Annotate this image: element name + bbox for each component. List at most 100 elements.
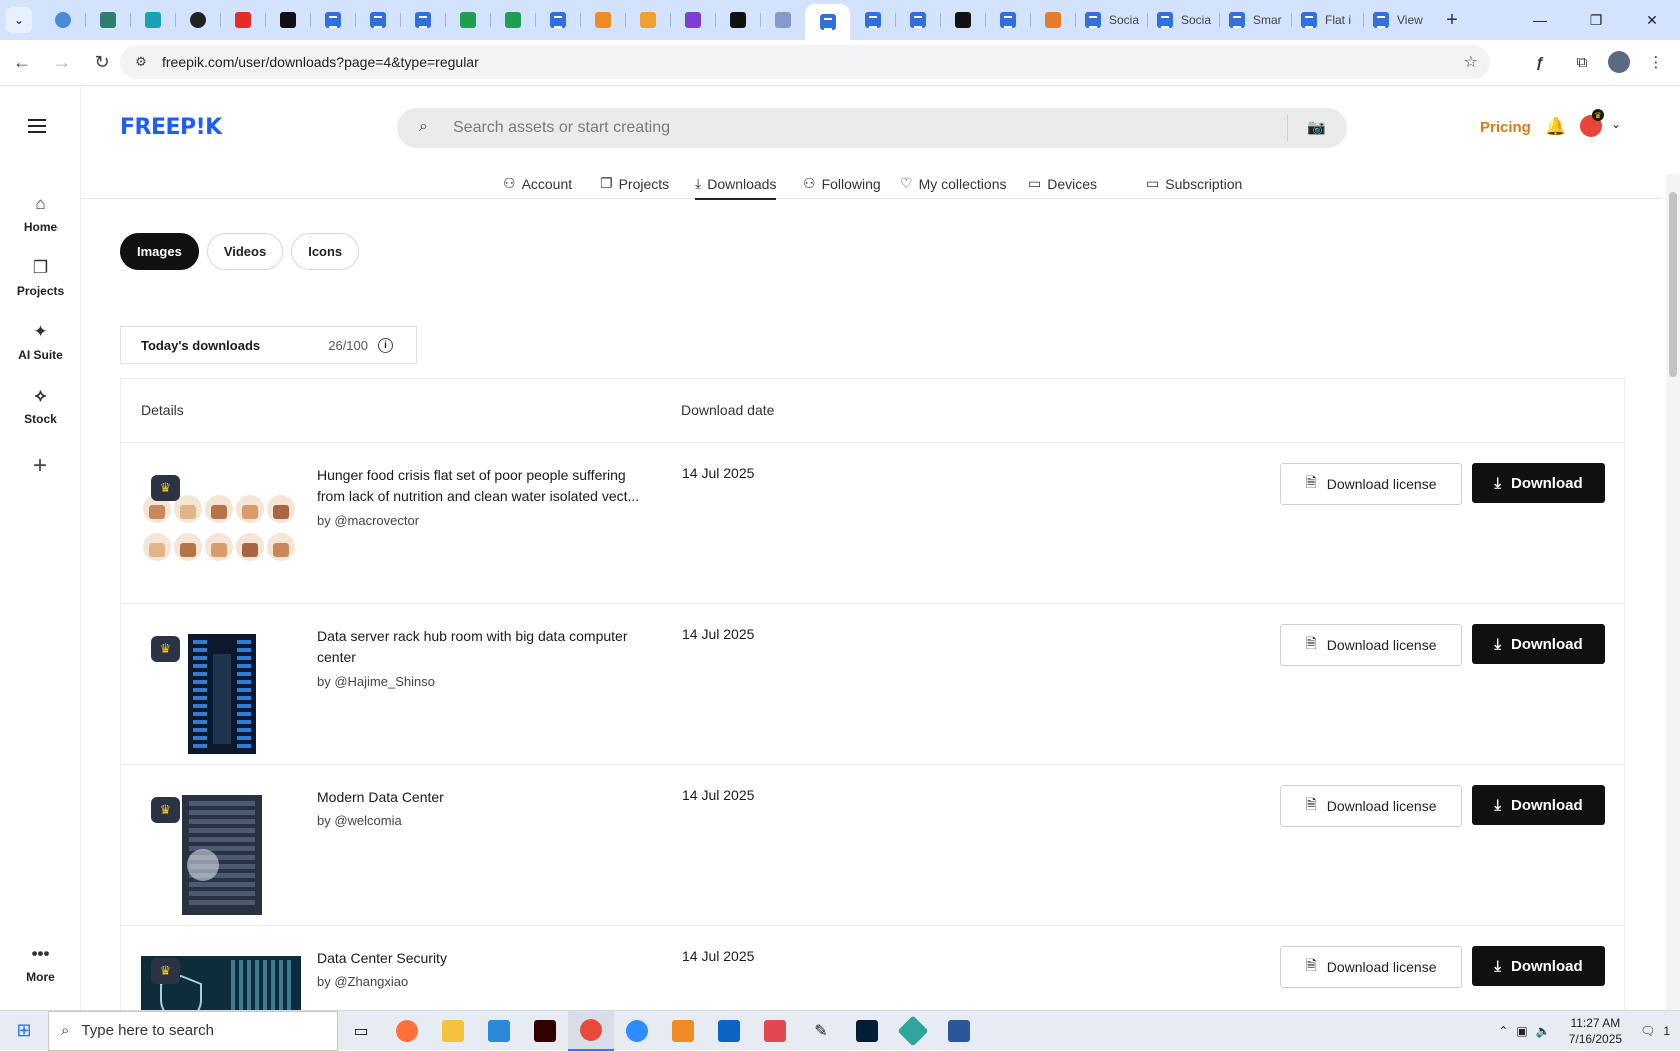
filter-images[interactable]: Images <box>120 233 199 270</box>
photoshop-icon[interactable] <box>844 1011 890 1051</box>
browser-tab[interactable] <box>670 4 715 36</box>
hamburger-menu-icon[interactable] <box>28 119 46 133</box>
sidebar-item-ai-suite[interactable]: ✦ AI Suite <box>0 322 81 362</box>
sidebar-item-home[interactable]: ⌂ Home <box>0 194 81 234</box>
download-license-button[interactable]: 🗎 Download license <box>1280 463 1462 505</box>
browser-tab[interactable] <box>580 4 625 36</box>
info-icon[interactable]: i <box>378 337 393 353</box>
download-button[interactable]: ⤓ Download <box>1472 785 1605 825</box>
browser-tab[interactable]: Smar <box>1219 4 1291 36</box>
bookmark-star-icon[interactable]: ☆ <box>1464 52 1478 72</box>
add-icon[interactable]: + <box>26 452 54 480</box>
xampp-icon[interactable] <box>660 1011 706 1051</box>
asset-title[interactable]: Data server rack hub room with big data … <box>317 626 647 668</box>
asset-author[interactable]: by @macrovector <box>317 513 419 528</box>
asset-author[interactable]: by @Zhangxiao <box>317 974 408 989</box>
tab-search-menu[interactable]: ⌄ <box>6 7 32 33</box>
browser-tab[interactable] <box>715 4 760 36</box>
sidebar-item-more[interactable]: ••• More <box>0 944 81 984</box>
scrollbar-thumb[interactable] <box>1669 192 1677 377</box>
browser-tab[interactable] <box>850 4 895 36</box>
asset-title[interactable]: Modern Data Center <box>317 787 647 808</box>
download-button[interactable]: ⤓ Download <box>1472 463 1605 503</box>
camera-search-icon[interactable]: 📷 <box>1307 118 1326 136</box>
browser-tab[interactable] <box>220 4 265 36</box>
creative-cloud-icon[interactable] <box>752 1011 798 1051</box>
tab-projects[interactable]: ❐ Projects <box>600 175 669 192</box>
tab-downloads[interactable]: ⤓ Downloads <box>695 175 777 200</box>
browser-tab[interactable] <box>85 4 130 36</box>
app-diamond-icon[interactable] <box>890 1011 936 1051</box>
chevron-down-icon[interactable]: ⌄ <box>1611 117 1621 131</box>
freepik-logo[interactable]: FREEP!K <box>120 115 222 140</box>
tab-devices[interactable]: ▭ Devices <box>1028 175 1097 192</box>
notification-center-icon[interactable]: 🗨 <box>1640 1024 1655 1038</box>
browser-tab[interactable] <box>985 4 1030 36</box>
back-button[interactable]: ← <box>4 45 40 81</box>
url-text[interactable]: freepik.com/user/downloads?page=4&type=r… <box>162 54 479 70</box>
forward-button[interactable]: → <box>44 45 80 81</box>
browser-tab[interactable] <box>265 4 310 36</box>
sidebar-item-stock[interactable]: ⟡ Stock <box>0 386 81 426</box>
extensions-puzzle-icon[interactable]: ⧉ <box>1566 45 1598 79</box>
browser-tab[interactable] <box>760 4 805 36</box>
page-scrollbar[interactable] <box>1666 174 1680 1010</box>
zoom-icon[interactable] <box>614 1011 660 1051</box>
extension-f-icon[interactable]: ƒ <box>1524 45 1556 79</box>
browser-tab[interactable] <box>805 4 850 40</box>
taskbar-search[interactable]: ⌕ Type here to search <box>48 1010 338 1051</box>
download-button[interactable]: ⤓ Download <box>1472 624 1605 664</box>
browser-tab[interactable] <box>175 4 220 36</box>
vscode-icon[interactable] <box>476 1011 522 1051</box>
browser-tab[interactable] <box>490 4 535 36</box>
browser-tab[interactable]: View <box>1363 4 1435 36</box>
address-bar[interactable]: ⚙ freepik.com/user/downloads?page=4&type… <box>120 45 1490 79</box>
browser-tab[interactable] <box>310 4 355 36</box>
sidebar-item-projects[interactable]: ❐ Projects <box>0 258 81 298</box>
browser-tab[interactable] <box>535 4 580 36</box>
volume-icon[interactable]: 🔈 <box>1536 1024 1551 1038</box>
firefox-icon[interactable] <box>384 1011 430 1051</box>
browser-tab[interactable]: Socia <box>1075 4 1147 36</box>
outlook-icon[interactable] <box>706 1011 752 1051</box>
network-icon[interactable]: ▣ <box>1516 1024 1527 1038</box>
browser-tab[interactable] <box>400 4 445 36</box>
tab-account[interactable]: ⚇ Account <box>503 175 572 192</box>
windows-start-icon[interactable]: ⊞ <box>0 1011 48 1051</box>
browser-tab[interactable] <box>130 4 175 36</box>
restore-button[interactable]: ❐ <box>1568 0 1624 40</box>
asset-author[interactable]: by @Hajime_Shinso <box>317 674 435 689</box>
file-explorer-icon[interactable] <box>430 1011 476 1051</box>
browser-tab[interactable] <box>445 4 490 36</box>
browser-tab[interactable] <box>355 4 400 36</box>
tab-subscription[interactable]: ▭ Subscription <box>1146 175 1242 192</box>
browser-tab[interactable] <box>1030 4 1075 36</box>
tab-following[interactable]: ⚇ Following <box>803 175 881 192</box>
task-view-icon[interactable]: ▭ <box>338 1011 384 1051</box>
minimize-button[interactable]: — <box>1512 0 1568 40</box>
word-icon[interactable] <box>936 1011 982 1051</box>
browser-tab[interactable]: Socia <box>1147 4 1219 36</box>
browser-tab[interactable] <box>40 4 85 36</box>
site-info-icon[interactable]: ⚙ <box>130 51 152 73</box>
close-button[interactable]: ✕ <box>1624 0 1680 40</box>
search-input[interactable] <box>453 108 1253 148</box>
asset-author[interactable]: by @welcomia <box>317 813 402 828</box>
download-button[interactable]: ⤓ Download <box>1472 946 1605 986</box>
download-license-button[interactable]: 🗎 Download license <box>1280 785 1462 827</box>
filter-videos[interactable]: Videos <box>206 233 284 270</box>
pen-tool-icon[interactable]: ✎ <box>798 1011 844 1051</box>
browser-tab[interactable] <box>940 4 985 36</box>
filter-icons[interactable]: Icons <box>291 233 360 270</box>
chrome-menu-icon[interactable]: ⋮ <box>1640 45 1672 79</box>
pricing-link[interactable]: Pricing <box>1480 119 1531 136</box>
reload-button[interactable]: ↻ <box>84 45 120 81</box>
tab-my-collections[interactable]: ♡ My collections <box>900 175 1006 192</box>
asset-title[interactable]: Data Center Security <box>317 948 647 969</box>
browser-tab[interactable] <box>895 4 940 36</box>
download-license-button[interactable]: 🗎 Download license <box>1280 946 1462 988</box>
browser-tab[interactable]: Flat i <box>1291 4 1363 36</box>
illustrator-icon[interactable] <box>522 1011 568 1051</box>
browser-tab[interactable] <box>625 4 670 36</box>
tray-chevron-up-icon[interactable]: ⌃ <box>1498 1024 1508 1038</box>
